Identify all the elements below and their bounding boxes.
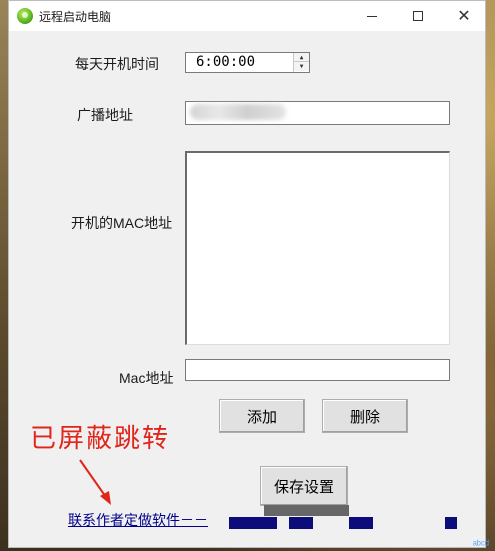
- delete-button[interactable]: 删除: [322, 399, 408, 433]
- daily-boot-time-value: 6:00:00: [196, 54, 256, 70]
- mac-list-label: 开机的MAC地址: [71, 215, 173, 231]
- button-shadow-strip: [264, 505, 349, 516]
- minimize-icon: [367, 15, 377, 17]
- close-button[interactable]: ✕: [441, 1, 487, 31]
- title-bar[interactable]: 远程启动电脑 ✕: [9, 1, 485, 31]
- watermark-text: ᵃᵇᶜᵈ: [472, 539, 489, 551]
- app-icon: [17, 8, 33, 24]
- daily-boot-time-label: 每天开机时间: [75, 56, 159, 72]
- mac-input-label: Mac地址: [119, 370, 174, 386]
- save-settings-label: 保存设置: [273, 478, 334, 496]
- close-icon: ✕: [457, 8, 471, 25]
- daily-boot-time-picker[interactable]: 6:00:00 ▲ ▼: [185, 52, 310, 73]
- blurred-address: [190, 104, 286, 120]
- redirect-blocked-notice: 已屏蔽跳转: [30, 424, 171, 454]
- maximize-button[interactable]: [395, 1, 441, 31]
- broadcast-address-label: 广播地址: [77, 107, 133, 123]
- window-title: 远程启动电脑: [39, 10, 112, 24]
- redaction-block: [445, 517, 457, 529]
- time-spinner[interactable]: ▲ ▼: [293, 53, 309, 72]
- spin-down-icon[interactable]: ▼: [294, 62, 309, 71]
- add-button-label: 添加: [246, 408, 277, 426]
- redaction-block: [349, 517, 373, 529]
- add-button[interactable]: 添加: [219, 399, 305, 433]
- redaction-block: [229, 517, 277, 529]
- minimize-button[interactable]: [349, 1, 395, 31]
- redaction-block: [289, 517, 313, 529]
- mac-address-list[interactable]: [185, 151, 450, 345]
- contact-author-link[interactable]: 联系作者定做软件－－: [68, 510, 208, 530]
- spin-up-icon[interactable]: ▲: [294, 53, 309, 62]
- pointer-arrow-icon: [79, 459, 111, 505]
- maximize-icon: [413, 11, 423, 21]
- delete-button-label: 删除: [349, 408, 380, 426]
- mac-address-input[interactable]: [185, 359, 450, 381]
- save-settings-button[interactable]: 保存设置: [260, 466, 348, 506]
